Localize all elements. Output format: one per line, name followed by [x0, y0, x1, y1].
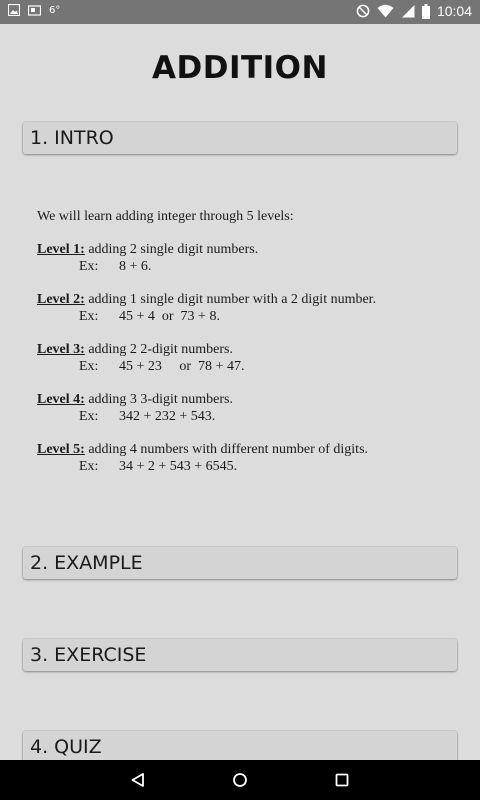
- recents-icon: [335, 773, 349, 787]
- example-label: Ex:: [79, 459, 99, 474]
- example-label: Ex:: [79, 309, 99, 324]
- intro-content: We will learn adding integer through 5 l…: [37, 208, 457, 491]
- level-title: Level 1:: [37, 242, 85, 257]
- level-example: 45 + 4 or 73 + 8.: [119, 309, 220, 324]
- level-example: 45 + 23 or 78 + 47.: [119, 359, 245, 374]
- level-desc: adding 2 single digit numbers.: [88, 242, 259, 257]
- status-left-icons: 6°: [8, 4, 60, 16]
- level-desc: adding 2 2-digit numbers.: [88, 342, 233, 357]
- temperature-text: 6°: [49, 4, 61, 16]
- level-example: 34 + 2 + 543 + 6545.: [119, 459, 238, 474]
- level-desc: adding 4 numbers with different number o…: [88, 442, 369, 457]
- example-label: Ex:: [79, 409, 99, 424]
- level-title: Level 2:: [37, 292, 85, 307]
- example-label: Ex:: [79, 259, 99, 274]
- do-not-disturb-icon: [356, 4, 370, 18]
- section-exercise-label: 3. EXERCISE: [30, 644, 147, 666]
- level-example: 342 + 232 + 543.: [119, 409, 216, 424]
- image-icon: [8, 4, 20, 16]
- main-content[interactable]: ADDITION 1. INTRO We will learn adding i…: [0, 24, 480, 760]
- clock-text: 10:04: [436, 3, 472, 19]
- level-item: Level 4: adding 3 3-digit numbers. Ex: 34…: [37, 391, 457, 425]
- home-button[interactable]: [228, 768, 252, 792]
- section-intro-label: 1. INTRO: [30, 127, 114, 149]
- page-title: ADDITION: [152, 50, 328, 86]
- section-intro-header[interactable]: 1. INTRO: [23, 122, 457, 154]
- signal-icon: [401, 5, 415, 18]
- level-desc: adding 1 single digit number with a 2 di…: [88, 292, 377, 307]
- level-title: Level 4:: [37, 392, 85, 407]
- home-icon: [233, 773, 247, 787]
- level-item: Level 1: adding 2 single digit numbers. …: [37, 241, 457, 275]
- level-title: Level 5:: [37, 442, 85, 457]
- section-quiz-header[interactable]: 4. QUIZ: [23, 731, 457, 760]
- section-example-header[interactable]: 2. EXAMPLE: [23, 547, 457, 579]
- intro-lead: We will learn adding integer through 5 l…: [37, 209, 294, 224]
- level-desc: adding 3 3-digit numbers.: [88, 392, 233, 407]
- level-item: Level 3: adding 2 2-digit numbers. Ex: 45…: [37, 341, 457, 375]
- section-example-label: 2. EXAMPLE: [30, 552, 143, 574]
- level-item: Level 2: adding 1 single digit number wi…: [37, 291, 457, 325]
- back-icon: [131, 773, 144, 787]
- level-example: 8 + 6.: [119, 259, 152, 274]
- back-button[interactable]: [126, 768, 150, 792]
- section-exercise-header[interactable]: 3. EXERCISE: [23, 639, 457, 671]
- wifi-icon: [377, 4, 394, 18]
- section-quiz-label: 4. QUIZ: [30, 736, 102, 758]
- battery-icon: [421, 3, 430, 19]
- status-bar: 6° 10:04: [0, 0, 480, 24]
- photo-icon: [28, 4, 41, 16]
- level-item: Level 5: adding 4 numbers with different…: [37, 441, 457, 475]
- level-title: Level 3:: [37, 342, 85, 357]
- recents-button[interactable]: [330, 768, 354, 792]
- example-label: Ex:: [79, 359, 99, 374]
- status-right-icons: 10:04: [356, 3, 472, 19]
- navigation-bar: [0, 760, 480, 800]
